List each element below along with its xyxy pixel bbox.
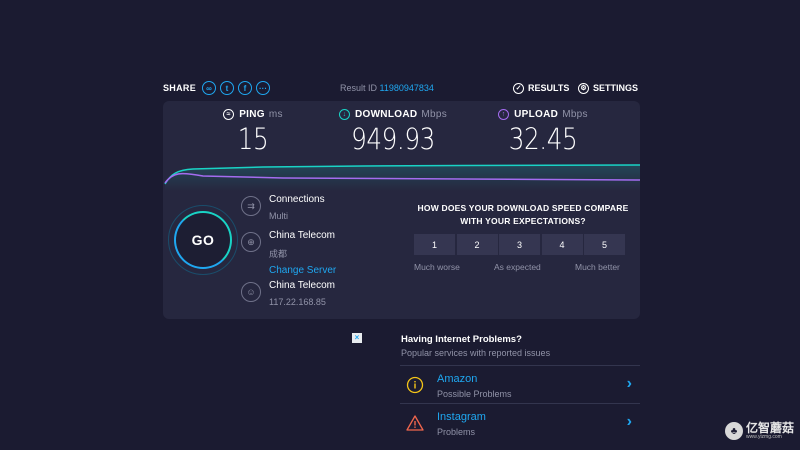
rating-button-3[interactable]: 3 — [499, 234, 540, 255]
settings-button[interactable]: ⚙ SETTINGS — [578, 82, 638, 94]
gear-icon: ⚙ — [578, 82, 589, 94]
upload-metric: ↑ UPLOAD Mbps 32.45 — [493, 109, 593, 156]
more-icon[interactable]: ··· — [256, 81, 271, 95]
ping-metric: ≈ PING ms 15 — [213, 109, 293, 156]
survey-rating: 1 2 3 4 5 — [414, 234, 627, 255]
chevron-right-icon: › — [626, 413, 632, 430]
download-metric: ↓ DOWNLOAD Mbps 949.93 — [333, 109, 453, 156]
info-icon — [406, 376, 424, 394]
connections-title: Connections — [269, 194, 325, 205]
upload-unit: Mbps — [562, 109, 588, 120]
result-id-link[interactable]: 11980947834 — [380, 83, 434, 93]
scale-label-low: Much worse — [414, 262, 460, 272]
ping-unit: ms — [268, 109, 283, 120]
chevron-right-icon: › — [626, 375, 632, 392]
problems-title: Having Internet Problems? — [401, 334, 522, 345]
result-id-label: Result ID 11980947834 — [340, 83, 434, 93]
mushroom-logo-icon: ♣ — [725, 422, 743, 440]
connections-icon: ⇉ — [241, 196, 261, 216]
check-circle-icon: ✓ — [513, 82, 524, 94]
problem-item-instagram[interactable]: Instagram Problems › — [400, 403, 640, 441]
problems-subtitle: Popular services with reported issues — [401, 348, 551, 358]
results-panel: ≈ PING ms 15 ↓ DOWNLOAD Mbps 949.93 ↑ UP… — [163, 101, 640, 319]
rating-button-5[interactable]: 5 — [584, 234, 625, 255]
scale-label-high: Much better — [575, 262, 620, 272]
isp-name: China Telecom — [269, 280, 335, 291]
problem-service-name: Amazon — [437, 373, 478, 385]
ping-icon: ≈ — [223, 109, 235, 120]
change-server-link[interactable]: Change Server — [269, 265, 336, 276]
watermark-text: 亿智蘑菇 — [746, 421, 795, 435]
upload-label: UPLOAD — [514, 109, 559, 120]
isp-ip: 117.22.168.85 — [269, 297, 326, 307]
speed-graph — [164, 164, 640, 191]
download-value: 949.93 — [351, 122, 435, 156]
server-info: ⊕ China Telecom 成都 Change Server — [241, 230, 336, 276]
download-unit: Mbps — [421, 109, 448, 120]
facebook-icon[interactable]: f — [238, 81, 253, 95]
server-name: China Telecom — [269, 230, 335, 241]
watermark: ♣ 亿智蘑菇 www.yizmg.com — [725, 422, 794, 440]
go-button[interactable]: GO — [174, 211, 232, 269]
rating-button-4[interactable]: 4 — [541, 234, 583, 255]
download-label: DOWNLOAD — [354, 109, 418, 120]
share-label: SHARE — [163, 83, 197, 93]
results-button[interactable]: ✓ RESULTS — [513, 82, 569, 94]
scale-label-mid: As expected — [494, 262, 541, 272]
isp-info: ☺ China Telecom 117.22.168.85 — [241, 280, 335, 307]
go-button-ring: GO — [168, 205, 238, 275]
problem-service-name: Instagram — [437, 411, 486, 423]
upload-value: 32.45 — [508, 122, 578, 156]
ad-close-icon[interactable]: × — [352, 333, 362, 343]
link-icon[interactable]: ∞ — [202, 81, 217, 95]
survey-question: HOW DOES YOUR DOWNLOAD SPEED COMPARE WIT… — [417, 203, 629, 226]
connections-value: Multi — [269, 211, 289, 221]
server-location: 成都 — [269, 249, 288, 259]
user-icon: ☺ — [241, 282, 261, 302]
problem-status: Problems — [437, 427, 476, 437]
warning-icon — [406, 415, 424, 431]
rating-button-2[interactable]: 2 — [456, 234, 498, 255]
upload-arrow-icon: ↑ — [498, 109, 510, 120]
rating-button-1[interactable]: 1 — [414, 234, 455, 255]
twitter-icon[interactable]: t — [220, 81, 235, 95]
top-bar: SHARE ∞ t f ··· Result ID 11980947834 ✓ … — [163, 78, 640, 98]
download-arrow-icon: ↓ — [338, 109, 350, 120]
globe-icon: ⊕ — [241, 232, 261, 252]
connections-info[interactable]: ⇉ Connections Multi — [241, 194, 325, 221]
problem-item-amazon[interactable]: Amazon Possible Problems › — [400, 365, 640, 403]
ping-value: 15 — [237, 122, 269, 156]
problem-status: Possible Problems — [437, 389, 512, 399]
ping-label: PING — [239, 109, 265, 120]
